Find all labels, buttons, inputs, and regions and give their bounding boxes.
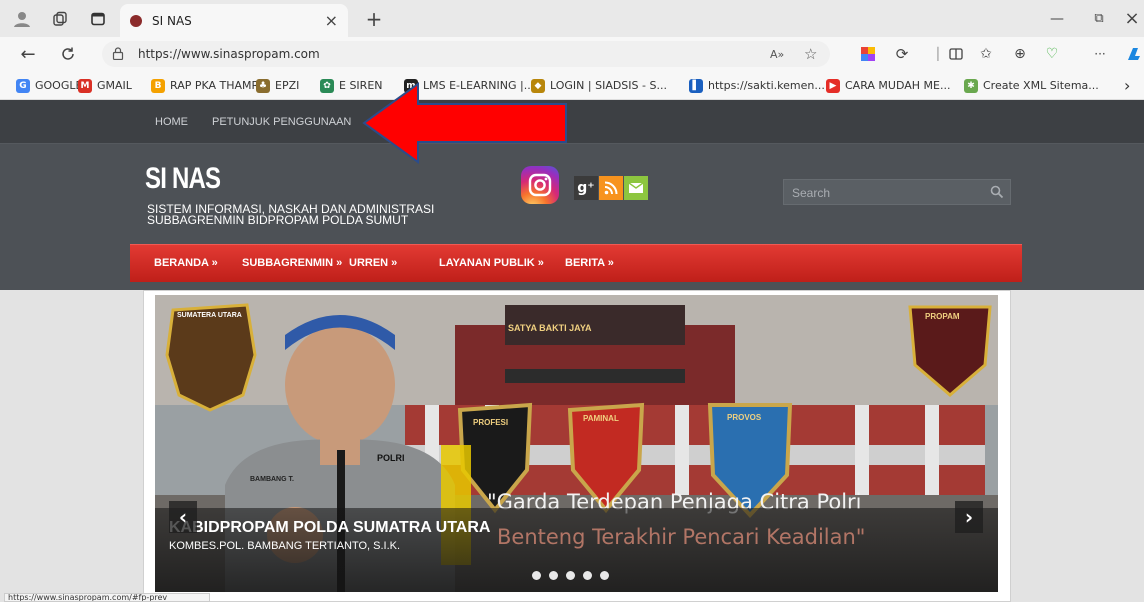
rss-icon[interactable] [599, 176, 623, 200]
website-viewport: HOME PETUNJUK PENGGUNAAN SI NAS SISTEM I… [0, 82, 1144, 602]
close-window-button[interactable]: × [1120, 0, 1144, 37]
image-slider[interactable]: SATYA BAKTI JAYA SUMATERA UTARA PROPAM P… [155, 295, 998, 592]
tagline-line-2: SUBBAGRENMIN BIDPROPAM POLDA SUMUT [147, 213, 409, 227]
badge-right-text: PROPAM [925, 312, 960, 321]
bookmark-favicon-icon: M [78, 78, 92, 93]
bookmark-item[interactable]: ▶ CARA MUDAH ME... [826, 71, 950, 100]
slider-prev-button[interactable]: ‹ [169, 501, 197, 533]
bookmark-label: EPZI [275, 79, 300, 92]
url-text: https://www.sinaspropam.com [138, 47, 320, 61]
bookmark-label: Create XML Sitema... [983, 79, 1099, 92]
instagram-icon[interactable] [521, 166, 559, 204]
caption-title: KABIDPROPAM POLDA SUMATRA UTARA [169, 519, 491, 536]
copilot-icon[interactable] [1124, 37, 1144, 71]
menu-subbagrenmin[interactable]: SUBBAGRENMIN » [242, 257, 342, 269]
nametag-text: BAMBANG T. [250, 476, 294, 483]
tab-title: SI NAS [152, 13, 192, 28]
bookmark-label: https://sakti.kemen... [708, 79, 825, 92]
site-tagline: SISTEM INFORMASI, NASKAH DAN ADMINISTRAS… [147, 203, 487, 227]
lock-icon [112, 45, 134, 64]
bookmark-item[interactable]: ▌ https://sakti.kemen... [689, 71, 825, 100]
slider-dot-3[interactable] [566, 571, 575, 580]
favorites-icon[interactable]: ✩ [974, 37, 998, 71]
bookmark-favicon-icon: B [151, 78, 165, 93]
minimize-button[interactable]: — [1040, 0, 1074, 37]
bookmark-label: GOOGLE [35, 79, 83, 92]
menu-beranda[interactable]: BERANDA » [154, 257, 218, 269]
status-link-preview: https://www.sinaspropam.com/#fp-prev [4, 593, 210, 602]
extension-color-icon[interactable] [858, 37, 878, 71]
bookmark-label: CARA MUDAH ME... [845, 79, 951, 92]
search-input[interactable]: Search [783, 179, 1011, 205]
shield-2-text: PAMINAL [583, 414, 619, 423]
back-icon[interactable]: ← [14, 37, 42, 71]
bookmark-favicon-icon: ♣ [256, 78, 270, 93]
bookmark-label: GMAIL [97, 79, 132, 92]
nav-home-link[interactable]: HOME [155, 116, 188, 128]
badge-left-text: SUMATERA UTARA [177, 312, 242, 319]
caption-subtitle: KOMBES.POL. BAMBANG TERTIANTO, S.I.K. [169, 540, 401, 552]
slogan-line-2: Benteng Terakhir Pencari Keadilan" [497, 525, 866, 549]
browser-essentials-icon[interactable]: ♡ [1040, 37, 1064, 71]
bookmark-favicon-icon: G [16, 78, 30, 93]
shield-1-text: PROFESI [473, 418, 508, 427]
bookmarks-overflow-icon[interactable]: › [1124, 71, 1130, 100]
polri-text: POLRI [377, 453, 405, 463]
profile-icon[interactable] [8, 0, 36, 37]
bookmark-item[interactable]: ♣ EPZI [256, 71, 299, 100]
red-annotation-arrow-icon [362, 82, 567, 164]
slider-dot-4[interactable] [583, 571, 592, 580]
banner-top-text: SATYA BAKTI JAYA [508, 323, 592, 333]
bookmark-favicon-icon: ✿ [320, 78, 334, 93]
main-menu: BERANDA » SUBBAGRENMIN » URREN » LAYANAN… [130, 244, 1022, 282]
menu-urren[interactable]: URREN » [349, 257, 397, 269]
split-view-icon[interactable] [944, 37, 968, 71]
search-icon[interactable] [990, 184, 1004, 203]
new-tab-button[interactable]: + [360, 0, 388, 37]
bookmark-favicon-icon: ✱ [964, 78, 978, 93]
refresh-icon[interactable] [54, 37, 82, 71]
bookmark-item[interactable]: B RAP PKA THAMRIN [151, 71, 271, 100]
menu-berita[interactable]: BERITA » [565, 257, 614, 269]
tab-actions-icon[interactable] [84, 0, 112, 37]
collections-icon[interactable]: ⊕ [1008, 37, 1032, 71]
extensions-icon[interactable]: ⟳ [892, 37, 912, 71]
address-toolbar: ← https://www.sinaspropam.com A» ☆ ⟳ │ ✩… [0, 37, 1144, 71]
bookmark-item[interactable]: ✱ Create XML Sitema... [964, 71, 1099, 100]
tab-close-icon[interactable]: × [325, 11, 338, 30]
bookmark-favicon-icon: ▌ [689, 78, 703, 93]
url-bar[interactable]: https://www.sinaspropam.com A» ☆ [102, 41, 830, 67]
google-plus-icon[interactable]: g⁺ [574, 176, 598, 200]
tab-sinas[interactable]: SI NAS × [120, 4, 348, 37]
top-navigation: HOME PETUNJUK PENGGUNAAN [0, 100, 1144, 144]
email-icon[interactable] [624, 176, 648, 200]
workspaces-icon[interactable] [46, 0, 74, 37]
slider-dot-1[interactable] [532, 571, 541, 580]
read-aloud-icon[interactable]: A» [770, 48, 784, 61]
restore-button[interactable]: ⧉ [1084, 0, 1114, 37]
bookmark-item[interactable]: G GOOGLE [16, 71, 82, 100]
browser-tab-strip: SI NAS × + — ⧉ × [0, 0, 1144, 37]
site-favicon-icon [130, 14, 142, 27]
slider-next-button[interactable]: › [955, 501, 983, 533]
site-logo[interactable]: SI NAS [145, 162, 221, 196]
menu-layanan-publik[interactable]: LAYANAN PUBLIK » [439, 257, 544, 269]
favorite-star-icon[interactable]: ☆ [804, 45, 817, 63]
bookmark-favicon-icon: ▶ [826, 78, 840, 93]
slider-dot-2[interactable] [549, 571, 558, 580]
nav-petunjuk-link[interactable]: PETUNJUK PENGGUNAAN [212, 116, 351, 128]
more-menu-icon[interactable]: ··· [1088, 37, 1112, 71]
slide-caption: KABIDPROPAM POLDA SUMATRA UTARA KOMBES.P… [155, 508, 998, 592]
site-header: HOME PETUNJUK PENGGUNAAN SI NAS SISTEM I… [0, 100, 1144, 290]
bookmarks-bar: › G GOOGLE M GMAIL B RAP PKA THAMRIN ♣ EPZI ✿ E S… [0, 71, 1144, 100]
bookmark-item[interactable]: M GMAIL [78, 71, 132, 100]
slider-dot-5[interactable] [600, 571, 609, 580]
shield-3-text: PROVOS [727, 413, 762, 422]
